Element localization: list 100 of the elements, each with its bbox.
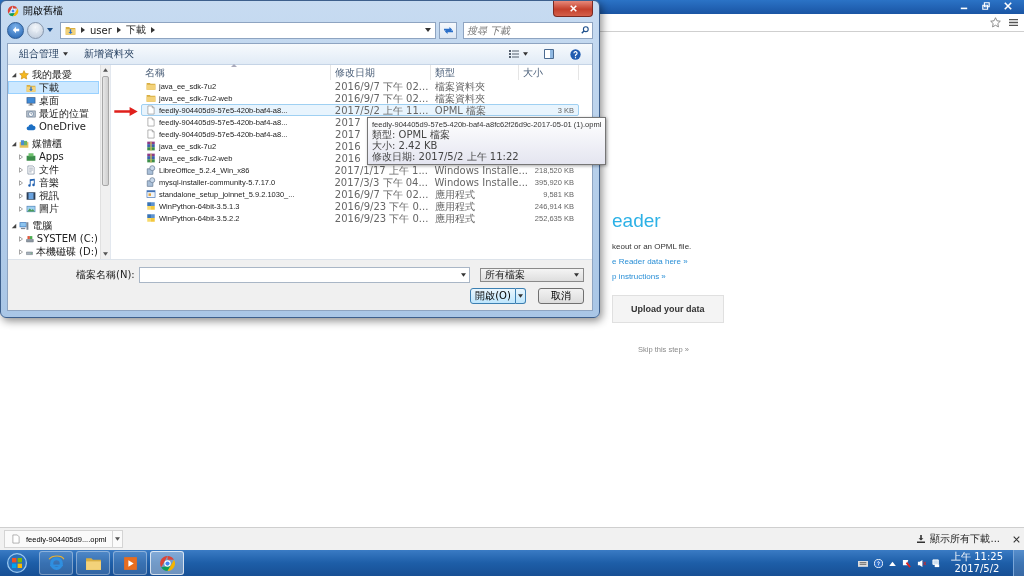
flag-icon[interactable]: [902, 558, 911, 568]
sidebar-item[interactable]: 圖片: [8, 202, 99, 215]
download-folder-icon: [26, 82, 36, 93]
close-button[interactable]: [553, 1, 593, 17]
app-logo-icon: [7, 4, 19, 17]
close-icon: [569, 5, 577, 12]
organize-button[interactable]: 組合管理: [14, 45, 73, 63]
help-icon: [570, 48, 581, 60]
clock-time[interactable]: 上午 11:25: [951, 551, 1003, 563]
dropdown-caret-icon: [574, 272, 579, 277]
show-all-downloads-link[interactable]: 顯示所有下載...: [930, 532, 1000, 546]
file-icon: [146, 117, 156, 127]
chevron-right-icon[interactable]: [150, 27, 155, 33]
start-button[interactable]: [4, 551, 30, 575]
chevron-up-icon[interactable]: [889, 560, 896, 566]
tooltip-line: 大小: 2.42 KB: [372, 140, 438, 151]
cancel-button[interactable]: 取消: [538, 287, 584, 304]
sidebar-item[interactable]: 視訊: [8, 189, 99, 202]
clock-date[interactable]: 2017/5/2: [954, 563, 1000, 575]
keyboard-icon[interactable]: [858, 558, 868, 568]
archive-icon: [146, 153, 156, 163]
expander-icon[interactable]: [11, 222, 17, 229]
cloud-icon: [26, 121, 36, 132]
back-button[interactable]: [7, 21, 24, 39]
file-icon: [11, 534, 21, 544]
caret-icon: [523, 52, 528, 56]
library-icon: [19, 138, 29, 149]
sidebar-item[interactable]: 文件: [8, 163, 99, 176]
download-folder-icon: [65, 24, 76, 36]
file-type: 應用程式: [434, 200, 475, 212]
taskbar-button[interactable]: [150, 551, 184, 575]
file-date: 2017/1/17 上午 1...: [334, 164, 428, 176]
address-field[interactable]: user 下載: [60, 21, 436, 39]
open-options-button[interactable]: [516, 287, 526, 304]
expander-icon[interactable]: [11, 140, 17, 147]
sidebar-item[interactable]: 本機磁碟 (D:): [8, 245, 99, 258]
file-date: 2017/3/3 下午 04...: [334, 176, 428, 188]
caret-icon: [518, 293, 523, 298]
refresh-icon: [442, 25, 454, 35]
file-type: 應用程式: [434, 188, 475, 200]
download-menu-button[interactable]: [113, 530, 124, 548]
network-icon[interactable]: [932, 558, 941, 568]
dropdown-caret-icon[interactable]: [461, 272, 466, 277]
taskbar-button[interactable]: [76, 551, 110, 575]
file-date: 2016/9/7 下午 02...: [334, 188, 429, 200]
page-link[interactable]: p instructions »: [612, 272, 666, 281]
new-folder-button[interactable]: 新增資料夾: [79, 45, 139, 63]
arrow-left-icon: [11, 26, 20, 34]
setup-icon: [146, 189, 156, 199]
expander-icon[interactable]: [11, 71, 17, 78]
computer-icon: [19, 220, 29, 231]
music-note-icon: [26, 177, 36, 188]
caret-icon: [115, 537, 121, 541]
breadcrumb-item[interactable]: 下載: [125, 23, 146, 37]
scrollbar[interactable]: [100, 65, 110, 259]
close-icon[interactable]: [1013, 535, 1020, 543]
file-date: 2016/9/23 下午 0...: [334, 212, 429, 224]
sidebar-item[interactable]: OneDrive: [8, 120, 99, 133]
upload-button[interactable]: Upload your data: [612, 295, 724, 323]
file-date: 2017: [335, 128, 361, 140]
taskbar-button[interactable]: [39, 551, 73, 575]
recent-places-icon: [26, 108, 36, 119]
speaker-icon[interactable]: [917, 558, 926, 568]
open-button[interactable]: 開啟(O): [470, 287, 516, 304]
chevron-right-icon[interactable]: [81, 27, 85, 33]
file-date: 2016: [335, 152, 361, 164]
dialog-title: 開啟舊檔: [23, 3, 63, 18]
sidebar-item[interactable]: 音樂: [8, 176, 99, 189]
page-link[interactable]: e Reader data here »: [612, 257, 688, 266]
sidebar-item[interactable]: Apps: [8, 150, 99, 163]
help-icon[interactable]: [874, 558, 883, 568]
file-type: 應用程式: [434, 212, 475, 224]
sidebar-item[interactable]: 桌面: [8, 94, 99, 107]
search-field[interactable]: 搜尋 下載: [463, 21, 593, 39]
scroll-down-icon[interactable]: [103, 252, 108, 256]
file-type: Windows Installe...: [434, 176, 529, 188]
sidebar-item[interactable]: 媒體櫃: [8, 137, 99, 150]
taskbar-button[interactable]: [113, 551, 147, 575]
sidebar-item[interactable]: 最近的位置: [8, 107, 99, 120]
file-date: 2016/9/7 下午 02...: [334, 80, 429, 92]
file-name-field[interactable]: [138, 266, 470, 283]
star-icon[interactable]: [990, 17, 1001, 28]
sidebar-item[interactable]: 下載: [8, 81, 99, 94]
chevron-right-icon[interactable]: [116, 27, 121, 33]
sidebar-item[interactable]: 我的最愛: [8, 68, 99, 81]
sidebar-item[interactable]: SYSTEM (C:): [8, 232, 99, 245]
file-icon: [146, 129, 156, 139]
file-type-dropdown[interactable]: 所有檔案: [480, 267, 584, 282]
play-icon: [121, 554, 139, 572]
scrollbar-thumb[interactable]: [102, 76, 109, 186]
tooltip-line: 修改日期: 2017/5/2 上午 11:22: [372, 151, 520, 162]
refresh-button[interactable]: [439, 21, 457, 39]
app-folder-icon: [26, 151, 36, 162]
menu-icon[interactable]: [1009, 18, 1018, 27]
file-type: 檔案資料夾: [434, 92, 485, 104]
page-text: keout or an OPML file.: [612, 242, 692, 251]
breadcrumb-item[interactable]: user: [90, 24, 112, 36]
monitor-icon: [26, 95, 36, 106]
scroll-up-icon[interactable]: [103, 68, 108, 72]
sidebar-item[interactable]: 電腦: [8, 219, 99, 232]
